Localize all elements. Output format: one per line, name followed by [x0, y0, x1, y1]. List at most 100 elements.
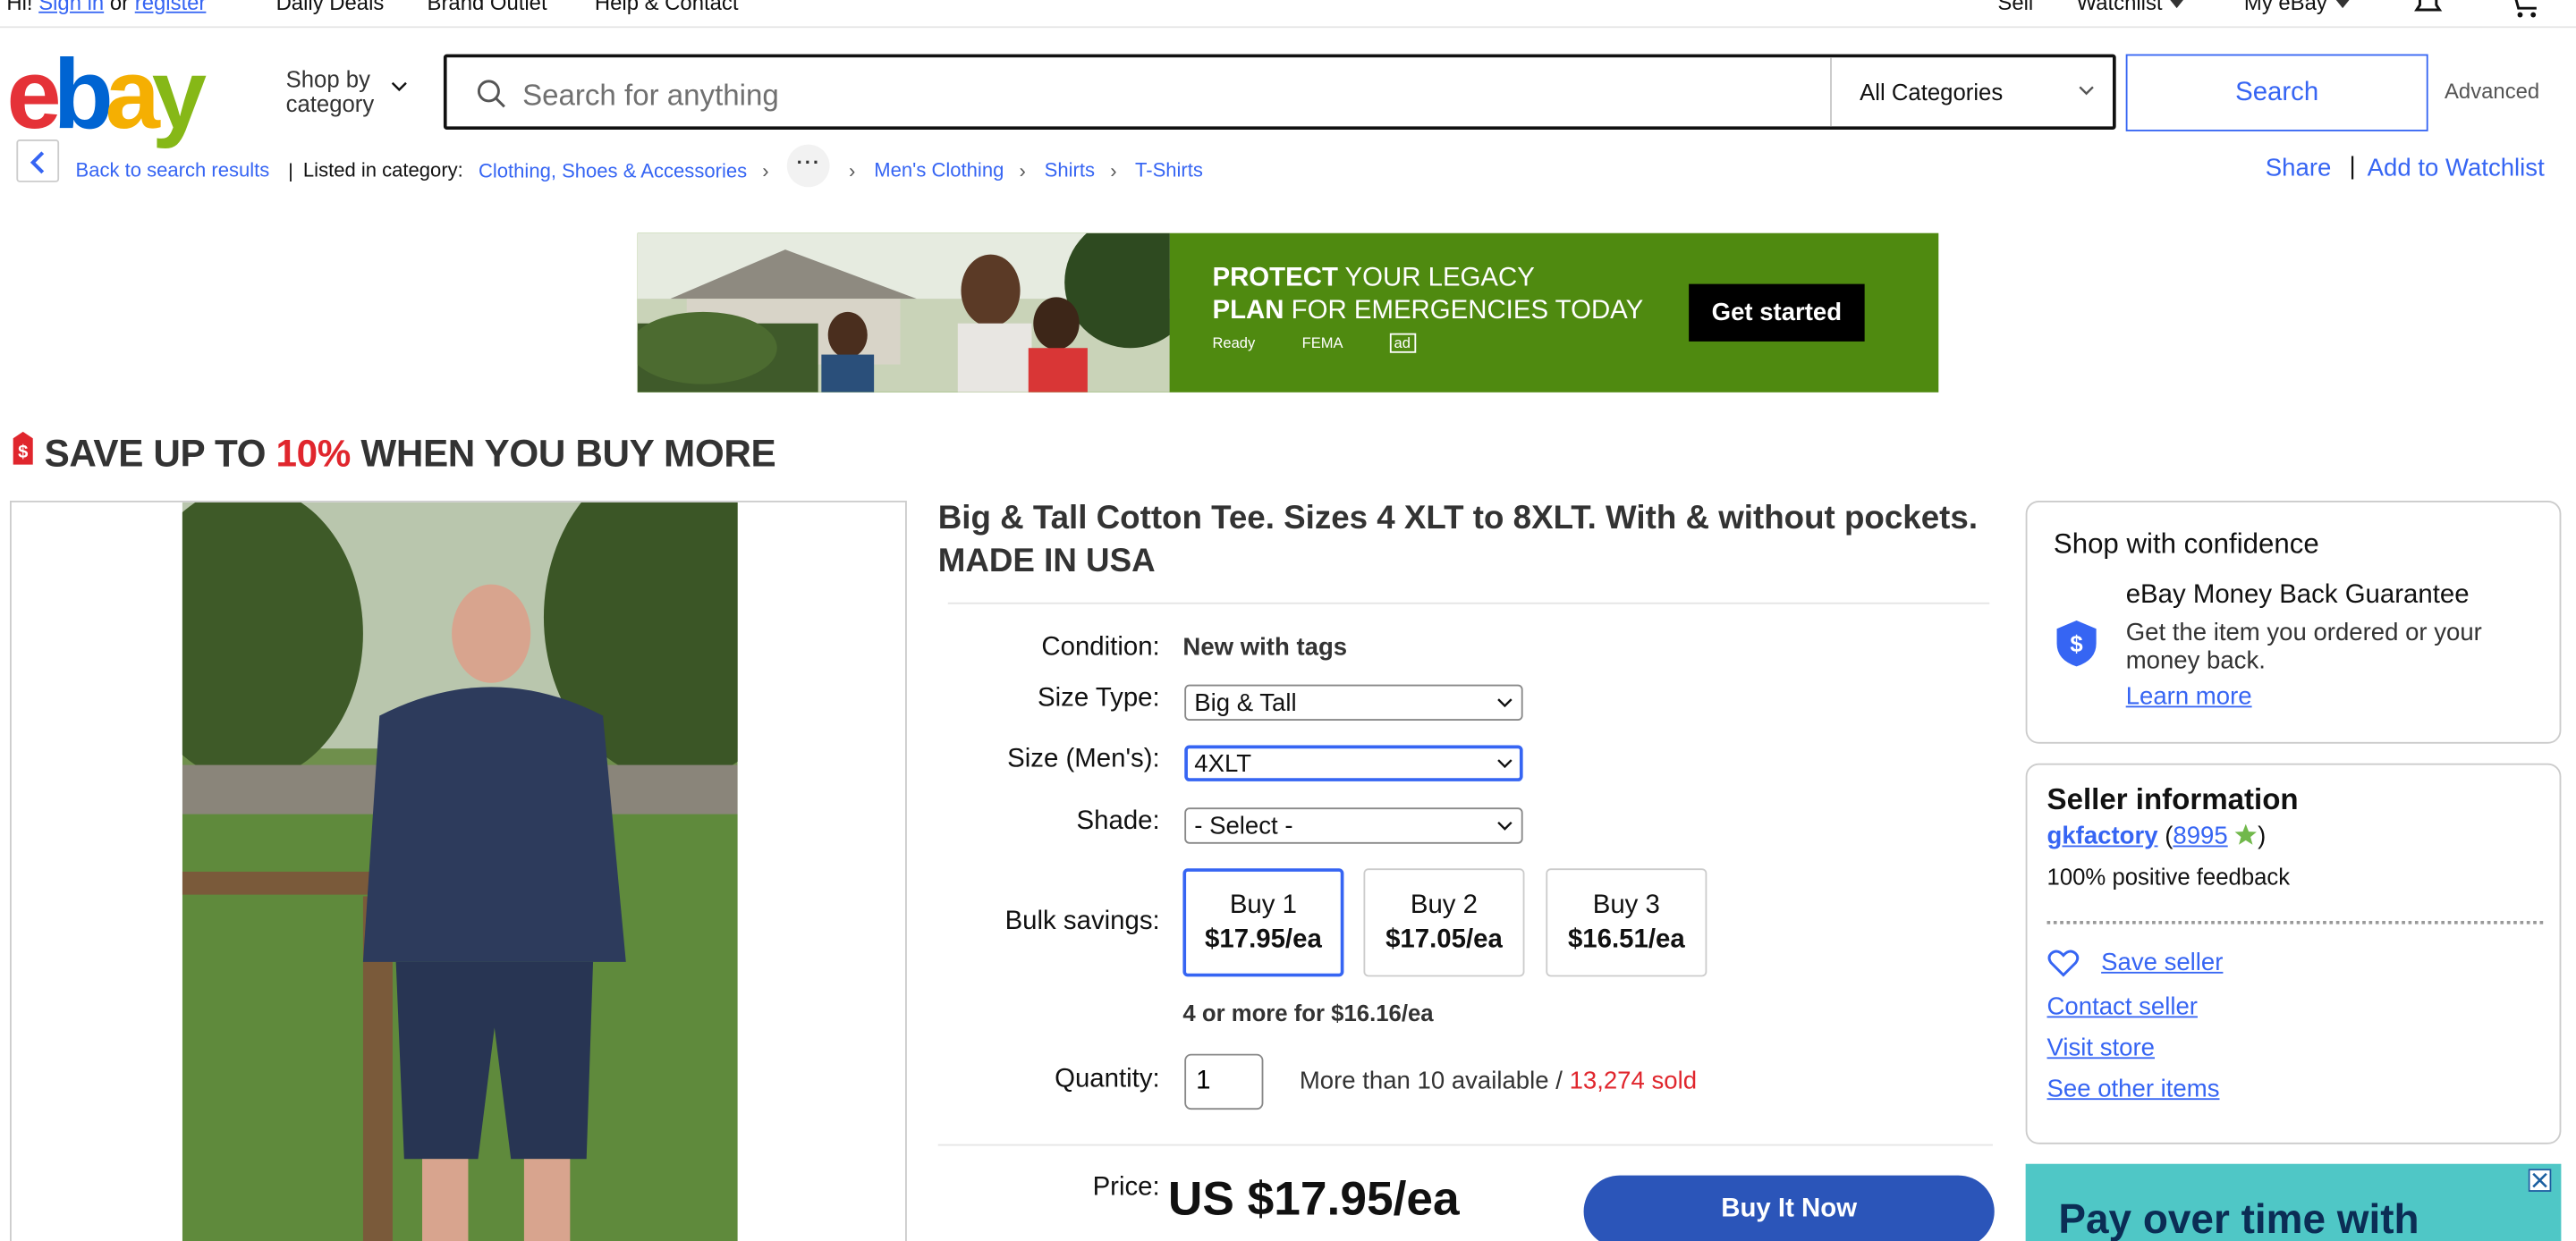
seller-title: Seller information [2046, 782, 2299, 816]
bulk-option-1[interactable]: Buy 1 $17.95/ea [1182, 868, 1344, 977]
ad-line2-text: FOR EMERGENCIES TODAY [1291, 297, 1644, 325]
divider [937, 1144, 1993, 1146]
image-gallery[interactable] [10, 500, 907, 1241]
bell-icon[interactable] [2411, 0, 2445, 20]
heart-icon[interactable] [2047, 949, 2080, 978]
divider [2046, 920, 2544, 924]
ad-line1-bold: PROTECT [1212, 264, 1338, 292]
back-button[interactable] [16, 139, 60, 182]
ad-line1-text: YOUR LEGACY [1344, 264, 1535, 292]
share-link[interactable]: Share [2266, 155, 2332, 182]
chevron-down-icon [2170, 0, 2184, 9]
divider: | [288, 158, 293, 182]
brand-outlet-link[interactable]: Brand Outlet [428, 0, 547, 15]
page: Hi! Sign in or register Daily Deals Bran… [0, 0, 2576, 1241]
price-label: Price: [1092, 1173, 1160, 1202]
ebay-logo[interactable]: ebay [6, 45, 207, 144]
ad-line2-bold: PLAN [1212, 297, 1284, 325]
positive-feedback: 100% positive feedback [2046, 863, 2291, 891]
quantity-label: Quantity: [1055, 1065, 1160, 1093]
sell-link[interactable]: Sell [1997, 0, 2033, 15]
search-input[interactable] [519, 70, 1808, 121]
product-title: Big & Tall Cotton Tee. Sizes 4 XLT to 8X… [937, 500, 1979, 580]
chevron-right-icon: › [1110, 158, 1117, 182]
bulk-qty: Buy 3 [1592, 891, 1660, 920]
bulk-promo-banner: SAVE UP TO 10% WHEN YOU BUY MORE [45, 432, 776, 477]
my-ebay-menu[interactable]: My eBay [2244, 0, 2349, 15]
size-type-select[interactable]: Big & Tall [1184, 684, 1523, 722]
logo-letter: e [6, 39, 61, 150]
add-to-watchlist-link[interactable]: Add to Watchlist [2368, 155, 2545, 182]
promo-post: WHEN YOU BUY MORE [350, 431, 776, 475]
size-type-label: Size Type: [1038, 684, 1160, 713]
crumb-clothing[interactable]: Clothing, Shoes & Accessories [479, 158, 747, 182]
watchlist-label: Watchlist [2076, 0, 2163, 15]
or-text: or [109, 0, 130, 15]
chevron-down-icon [1497, 759, 1513, 769]
see-other-items-link[interactable]: See other items [2047, 1076, 2220, 1103]
search-bar: All Categories [443, 54, 2117, 131]
advanced-search-link[interactable]: Advanced [2445, 79, 2539, 104]
shop-by-category[interactable]: Shop by category [286, 66, 375, 116]
quantity-input[interactable] [1184, 1053, 1264, 1110]
save-seller-link[interactable]: Save seller [2101, 949, 2223, 976]
learn-more-link[interactable]: Learn more [2126, 683, 2252, 711]
product-image[interactable] [182, 502, 738, 1241]
available-text: More than 10 available / [1299, 1067, 1570, 1095]
buy-it-now-button[interactable]: Buy It Now [1583, 1175, 1995, 1241]
crumb-mens-clothing[interactable]: Men's Clothing [874, 158, 1004, 182]
crumb-shirts[interactable]: Shirts [1045, 158, 1095, 182]
cart-icon[interactable] [2504, 0, 2543, 20]
logo-letter: y [151, 39, 207, 150]
greeting: Hi! Sign in or register [6, 0, 206, 15]
category-select[interactable]: All Categories [1830, 57, 2117, 127]
side-ad[interactable]: Pay over time with [2025, 1163, 2562, 1241]
logo-letter: a [105, 39, 160, 150]
sold-count: 13,274 sold [1569, 1067, 1698, 1095]
size-value: 4XLT [1194, 750, 1252, 779]
shield-icon: $ [2056, 620, 2097, 667]
chevron-down-icon[interactable] [391, 79, 407, 95]
chevron-down-icon [1497, 698, 1513, 708]
ad-photo [637, 232, 1170, 393]
register-link[interactable]: register [135, 0, 207, 15]
fema-logo: FEMA [1301, 334, 1343, 351]
back-to-results-link[interactable]: Back to search results [75, 158, 269, 182]
ad-banner[interactable]: PROTECT YOUR LEGACY PLAN FOR EMERGENCIES… [637, 232, 1939, 393]
bulk-savings-label: Bulk savings: [1004, 908, 1160, 936]
daily-deals-link[interactable]: Daily Deals [276, 0, 385, 15]
size-label: Size (Men's): [1007, 745, 1160, 773]
sign-in-link[interactable]: Sign in [38, 0, 104, 15]
shade-value: - Select - [1194, 812, 1293, 841]
shade-select[interactable]: - Select - [1184, 807, 1523, 844]
crumb-t-shirts[interactable]: T-Shirts [1135, 158, 1203, 182]
close-icon[interactable] [2528, 1169, 2552, 1192]
get-started-button[interactable]: Get started [1689, 283, 1865, 342]
ad-headline: PROTECT YOUR LEGACY PLAN FOR EMERGENCIES… [1212, 263, 1643, 328]
bulk-more-note: 4 or more for $16.16/ea [1182, 1000, 1434, 1026]
divider: | [2349, 152, 2356, 181]
more-crumbs-button[interactable]: ··· [787, 144, 831, 188]
feedback-score-link[interactable]: 8995 [2173, 823, 2227, 850]
contact-seller-link[interactable]: Contact seller [2047, 993, 2198, 1021]
chevron-right-icon: › [1019, 158, 1026, 182]
shop-with-confidence-panel: Shop with confidence $ eBay Money Back G… [2025, 500, 2562, 744]
watchlist-menu[interactable]: Watchlist [2077, 0, 2184, 15]
visit-store-link[interactable]: Visit store [2047, 1034, 2155, 1062]
money-back-guarantee-title: eBay Money Back Guarantee [2125, 580, 2470, 610]
money-back-guarantee-desc: Get the item you ordered or your money b… [2125, 619, 2482, 675]
seller-identity: gkfactory (8995 ) [2046, 822, 2267, 851]
search-button[interactable]: Search [2125, 54, 2428, 131]
breadcrumb: Back to search results | Listed in catego… [75, 144, 1203, 188]
seller-name-link[interactable]: gkfactory [2047, 823, 2158, 850]
bulk-option-3[interactable]: Buy 3 $16.51/ea [1546, 868, 1707, 977]
help-contact-link[interactable]: Help & Contact [595, 0, 739, 15]
size-select[interactable]: 4XLT [1184, 745, 1523, 781]
bulk-option-2[interactable]: Buy 2 $17.05/ea [1363, 868, 1525, 977]
price-value: US $17.95/ea [1167, 1173, 1460, 1227]
my-ebay-label: My eBay [2243, 0, 2327, 15]
star-icon [2235, 823, 2258, 845]
top-bar: Hi! Sign in or register Daily Deals Bran… [0, 0, 2576, 29]
condition-label: Condition: [1041, 633, 1160, 662]
chevron-down-icon [1497, 821, 1513, 831]
